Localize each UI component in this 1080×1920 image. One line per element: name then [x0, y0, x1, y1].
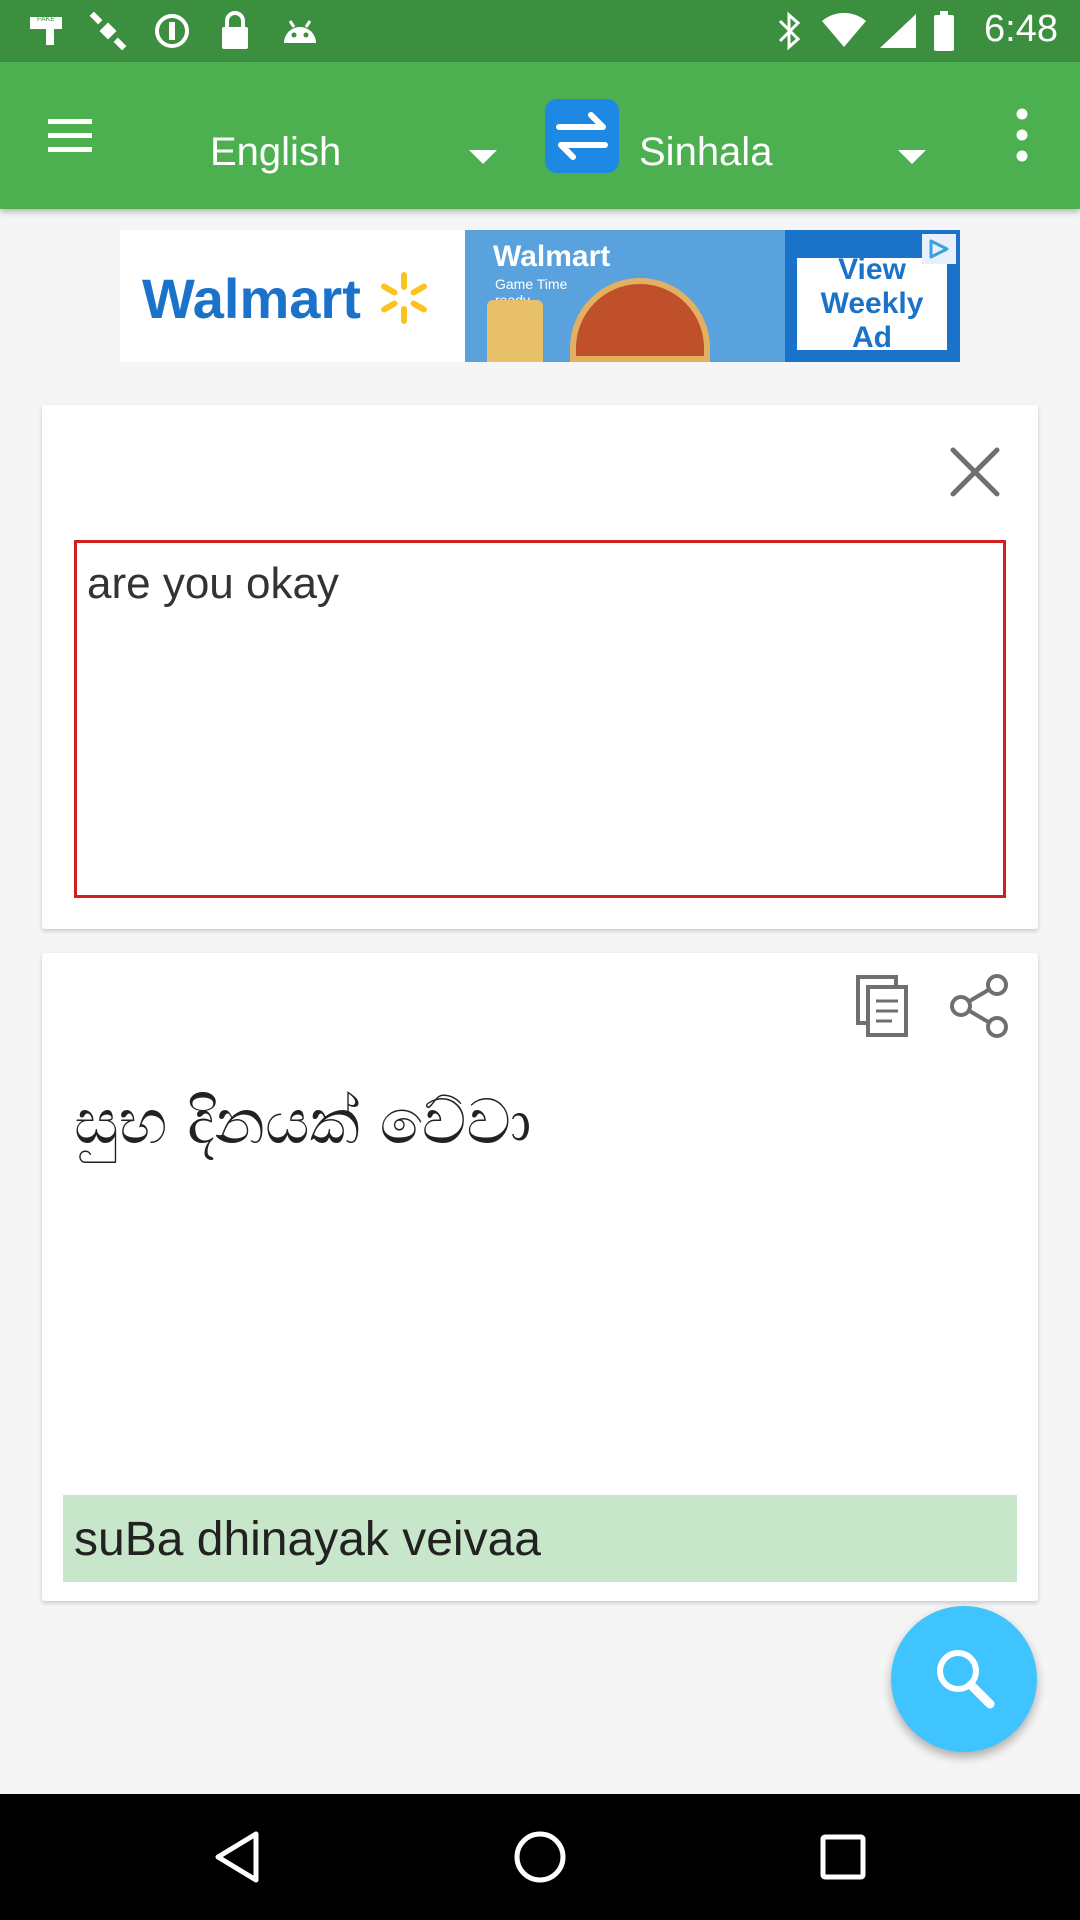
data-saver-icon [150, 11, 194, 51]
home-icon[interactable] [507, 1824, 573, 1890]
svg-text:FAKE: FAKE [37, 16, 55, 23]
swap-arrows-icon [556, 112, 608, 160]
drink-image [487, 300, 543, 362]
pizza-image [570, 278, 710, 362]
transliteration-text: suBa dhinayak veivaa [74, 1513, 541, 1566]
source-language-label: English [210, 130, 342, 174]
ad-choices-icon[interactable] [922, 234, 956, 264]
android-icon [278, 11, 322, 51]
swap-languages-button[interactable] [545, 99, 619, 173]
chevron-down-icon [469, 150, 497, 164]
fake-gps-icon: FAKE [24, 11, 68, 51]
copy-icon[interactable] [852, 971, 912, 1041]
battery-icon [930, 11, 958, 51]
app-bar: English Sinhala [0, 62, 1080, 209]
lock-icon [213, 11, 257, 51]
ad-brand-logo: Walmart [142, 266, 432, 331]
source-language-dropdown[interactable]: English [180, 82, 510, 192]
ad-image: Walmart Game Time ready [465, 230, 785, 362]
source-text-input[interactable]: are you okay [74, 540, 1006, 898]
output-card: සුභ දිනයක් වේවා suBa dhinayak veivaa [42, 953, 1038, 1601]
source-text-value: are you okay [87, 559, 339, 608]
navigation-bar [0, 1794, 1080, 1920]
search-icon [937, 1650, 995, 1709]
ad-banner[interactable]: Walmart Walmart Game Time ready View Wee… [120, 230, 960, 362]
ad-cta-button[interactable]: View Weekly Ad [797, 253, 947, 354]
translate-search-fab[interactable] [891, 1606, 1037, 1752]
signal-icon [876, 11, 920, 51]
bluetooth-icon [770, 11, 810, 51]
target-language-label: Sinhala [639, 130, 773, 174]
more-vert-icon[interactable] [1000, 102, 1044, 168]
satellite-icon [86, 11, 130, 51]
wifi-icon [820, 11, 868, 51]
recents-icon[interactable] [810, 1824, 876, 1890]
chevron-down-icon [898, 150, 926, 164]
input-card: are you okay [42, 405, 1038, 929]
back-icon[interactable] [204, 1824, 270, 1890]
transliteration-bar: suBa dhinayak veivaa [63, 1495, 1017, 1582]
share-icon[interactable] [947, 973, 1013, 1039]
target-language-dropdown[interactable]: Sinhala [620, 82, 940, 192]
hamburger-menu-icon[interactable] [40, 107, 100, 163]
translated-text: සුභ දිනයක් වේවා [74, 1085, 532, 1158]
close-icon[interactable] [945, 442, 1005, 502]
spark-icon [381, 272, 428, 324]
status-clock: 6:48 [984, 8, 1058, 50]
ad-middle-brand: Walmart [493, 240, 611, 273]
status-bar: FAKE 6:48 [0, 0, 1080, 62]
